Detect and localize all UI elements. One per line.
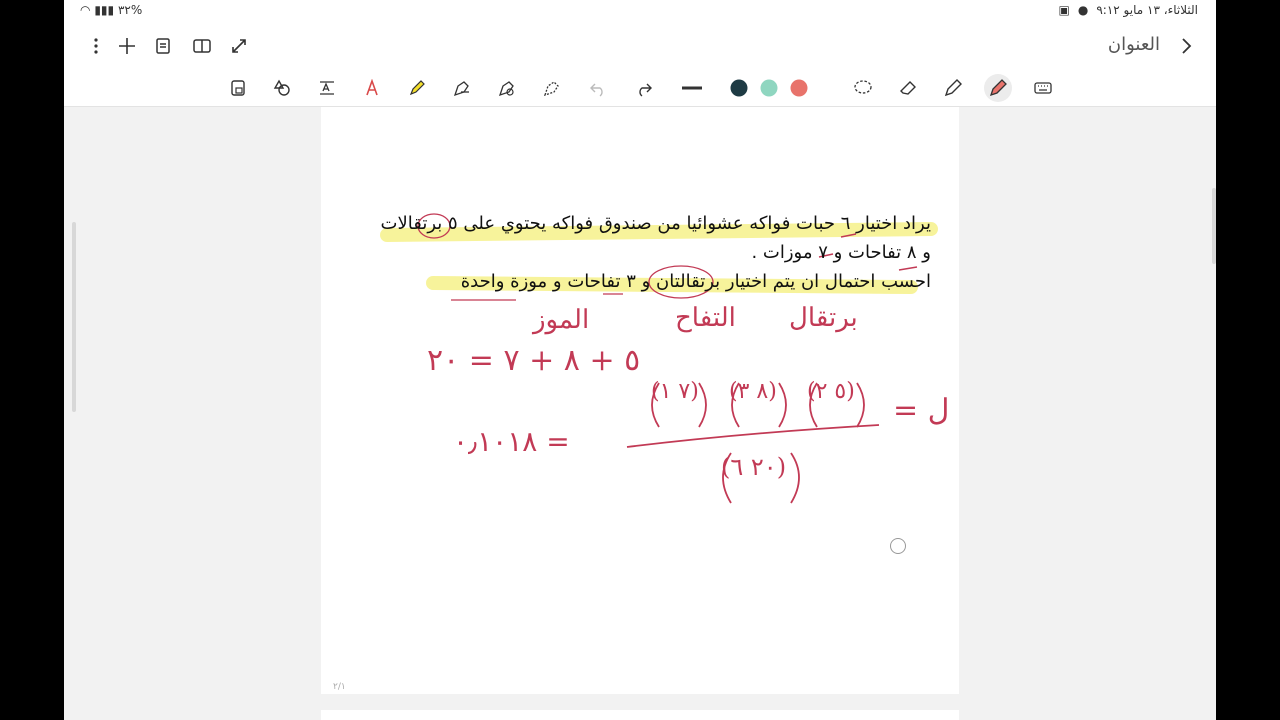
pen-color-3[interactable] [785,74,813,102]
read-only-lock-icon[interactable] [224,74,252,102]
text-box-icon[interactable] [313,74,341,102]
pen-active-icon[interactable] [984,74,1012,102]
pen-text-icon[interactable] [448,74,476,102]
redo-icon[interactable] [630,74,658,102]
drawing-toolbar [64,70,1216,107]
status-left: %٣٢ ▮▮▮ ◠ [80,3,142,17]
keyboard-icon[interactable] [1029,74,1057,102]
ink-layer [626,382,880,504]
note-page[interactable]: يراد اختيار ٦ حبات فواكه عشوائيا من صندو… [321,107,959,694]
pen-add-icon[interactable] [493,74,521,102]
wifi-icon: ◠ [80,3,91,17]
hw-label-banana: الموز [533,305,590,335]
book-view-icon[interactable] [188,32,216,60]
hw-result: = ٠٫١٠١٨ [453,425,570,458]
stroke-width-icon[interactable] [678,74,706,102]
hw-denominator: (٢٠ ٦) [721,453,787,481]
app-bar: العنوان [64,22,1216,70]
hw-label-apple: التفاح [675,303,736,333]
pencil-icon[interactable] [939,74,967,102]
back-icon[interactable] [1172,32,1200,60]
highlighter-icon[interactable] [403,74,431,102]
pen-color-2[interactable] [755,74,783,102]
more-icon[interactable] [82,32,110,60]
tablet-screen: %٣٢ ▮▮▮ ◠ الثلاثاء، ١٣ مايو ٩:١٢ ● ▣ الع… [64,0,1216,720]
hw-numerator-3: (٧ ١) [651,379,699,404]
status-bar: %٣٢ ▮▮▮ ◠ الثلاثاء، ١٣ مايو ٩:١٢ ● ▣ [64,0,1216,22]
hw-numerator-1: (٥ ٢) [807,379,855,404]
hw-prob-label: ل = [893,393,950,428]
handwriting-to-text-icon[interactable] [358,74,386,102]
hw-numerator-2: (٨ ٣) [729,379,777,404]
next-page[interactable] [321,710,959,720]
right-scroll-indicator[interactable] [1212,188,1216,264]
page-number: ٢/١ [333,682,346,692]
eraser-icon[interactable] [894,74,922,102]
status-right: الثلاثاء، ١٣ مايو ٩:١٢ ● ▣ [1059,3,1198,17]
page-list-icon[interactable] [149,32,177,60]
fullscreen-icon[interactable] [225,32,253,60]
screenshot-icon: ▣ [1058,3,1070,17]
signal-icon: ▮▮▮ [94,3,115,17]
note-title[interactable]: العنوان [1108,34,1160,55]
pen-color-1[interactable] [725,74,753,102]
left-scroll-indicator[interactable] [72,222,76,412]
globe-icon: ● [1077,3,1089,17]
battery-text: %٣٢ [117,3,143,17]
undo-icon[interactable] [584,74,612,102]
hw-sum-line: ٥ + ٨ + ٧ = ٢٠ [427,343,641,378]
hw-label-orange: برتقال [789,303,858,333]
lasso-icon[interactable] [849,74,877,102]
pen-cursor [890,538,906,554]
shapes-icon[interactable] [268,74,296,102]
magic-pen-icon[interactable] [538,74,566,102]
datetime-text: الثلاثاء، ١٣ مايو ٩:١٢ [1096,3,1198,17]
add-icon[interactable] [113,32,141,60]
